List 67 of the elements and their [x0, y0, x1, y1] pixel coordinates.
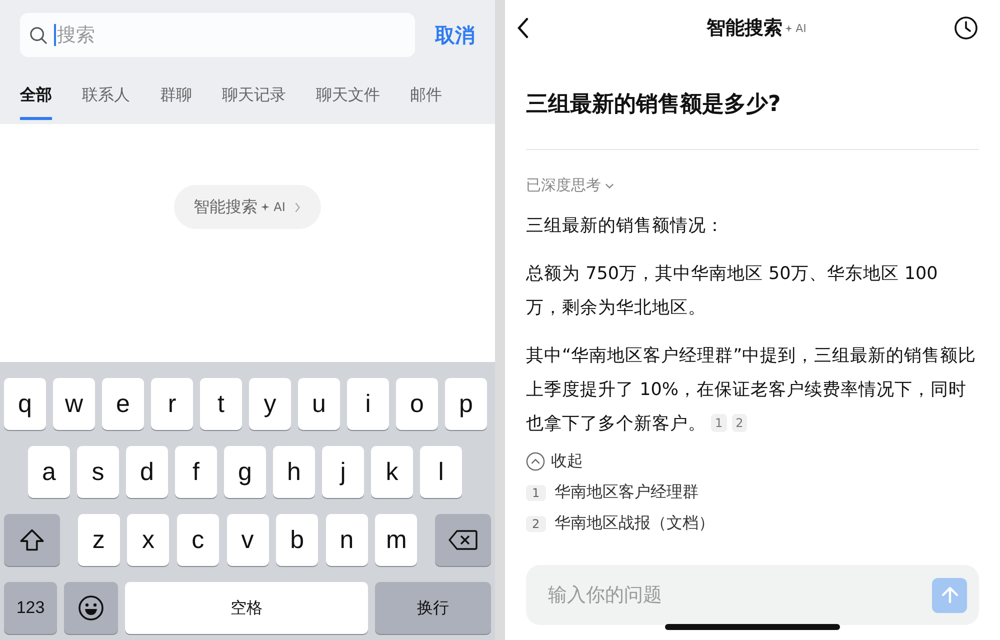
shift-arrow-icon: [19, 528, 45, 552]
screen-title: 智能搜索: [706, 16, 783, 41]
letter-key[interactable]: t: [200, 378, 242, 430]
up-arrow-icon: [940, 585, 960, 605]
letter-key[interactable]: y: [249, 378, 291, 430]
reference-link[interactable]: 华南地区战报（文档）: [554, 513, 715, 534]
letter-key[interactable]: a: [28, 446, 70, 498]
letter-key[interactable]: r: [151, 378, 193, 430]
letter-key[interactable]: h: [273, 446, 315, 498]
shift-key[interactable]: [4, 514, 60, 566]
chevron-right-icon: [294, 202, 302, 212]
letter-key[interactable]: j: [322, 446, 364, 498]
sparkle-icon: [260, 202, 271, 212]
question-input[interactable]: 输入你的问题: [546, 564, 932, 626]
reference-number: 2: [526, 516, 546, 532]
delete-key[interactable]: [435, 514, 491, 566]
letter-key[interactable]: g: [224, 446, 266, 498]
tab[interactable]: 联系人: [82, 85, 130, 120]
letter-key[interactable]: d: [126, 446, 168, 498]
search-icon: [29, 26, 48, 44]
letter-key[interactable]: v: [226, 514, 268, 566]
letter-key[interactable]: s: [77, 446, 119, 498]
citation-badge[interactable]: 1: [711, 414, 727, 432]
letter-key[interactable]: e: [102, 378, 144, 430]
letter-key[interactable]: u: [298, 378, 340, 430]
sparkle-icon: [784, 24, 794, 32]
thinking-toggle[interactable]: 已深度思考: [526, 176, 979, 195]
tab[interactable]: 邮件: [410, 85, 442, 120]
ai-label: AI: [796, 22, 806, 34]
answer-paragraph: 三组最新的销售额情况：: [526, 215, 725, 238]
chevron-down-icon: [605, 182, 614, 188]
letter-key[interactable]: z: [78, 514, 120, 566]
letter-key[interactable]: q: [4, 378, 46, 430]
letter-key[interactable]: o: [396, 378, 438, 430]
letter-key[interactable]: c: [176, 514, 219, 566]
tab[interactable]: 全部: [20, 85, 52, 120]
letter-key[interactable]: b: [276, 514, 318, 566]
tab[interactable]: 群聊: [160, 85, 192, 120]
reference-link[interactable]: 华南地区客户经理群: [554, 482, 699, 503]
reference-number: 1: [526, 484, 546, 500]
letter-key[interactable]: n: [326, 514, 368, 566]
answer-paragraph: 总额为 750万，其中华南地区 50万、华东地区 100 万，剩余为华北地区。: [526, 263, 939, 320]
collapse-button[interactable]: 收起: [526, 451, 979, 472]
smiley-icon: [78, 595, 104, 621]
question-field[interactable]: 输入你的问题: [526, 565, 979, 625]
ai-search-button[interactable]: 智能搜索 AI: [174, 185, 322, 229]
letter-key[interactable]: w: [53, 378, 95, 430]
answer-paragraph: 其中“华南地区客户经理群”中提到，三组最新的销售额比上季度提升了 10%，在保证老客户续费率情况下，同时也拿下了多个新客户。 1 2: [526, 345, 978, 436]
letter-key[interactable]: m: [375, 514, 418, 566]
letter-key[interactable]: k: [371, 446, 413, 498]
numbers-key[interactable]: 123: [4, 582, 57, 634]
chevron-up-circle-icon: [526, 452, 545, 471]
emoji-key[interactable]: [64, 582, 118, 634]
backspace-icon: [448, 529, 478, 551]
letter-key[interactable]: x: [127, 514, 170, 566]
letter-key[interactable]: p: [445, 378, 487, 430]
space-key[interactable]: 空格: [125, 582, 368, 634]
tab[interactable]: 聊天记录: [222, 85, 286, 120]
letter-key[interactable]: f: [175, 446, 217, 498]
citation-badge[interactable]: 2: [732, 414, 748, 432]
history-clock-icon[interactable]: [954, 16, 978, 40]
back-icon[interactable]: [517, 17, 529, 39]
letter-key[interactable]: l: [420, 446, 462, 498]
question-heading: 三组最新的销售额是多少?: [526, 91, 782, 119]
letter-key[interactable]: i: [347, 378, 389, 430]
return-key[interactable]: 换行: [375, 582, 491, 634]
tab[interactable]: 聊天文件: [316, 85, 380, 120]
